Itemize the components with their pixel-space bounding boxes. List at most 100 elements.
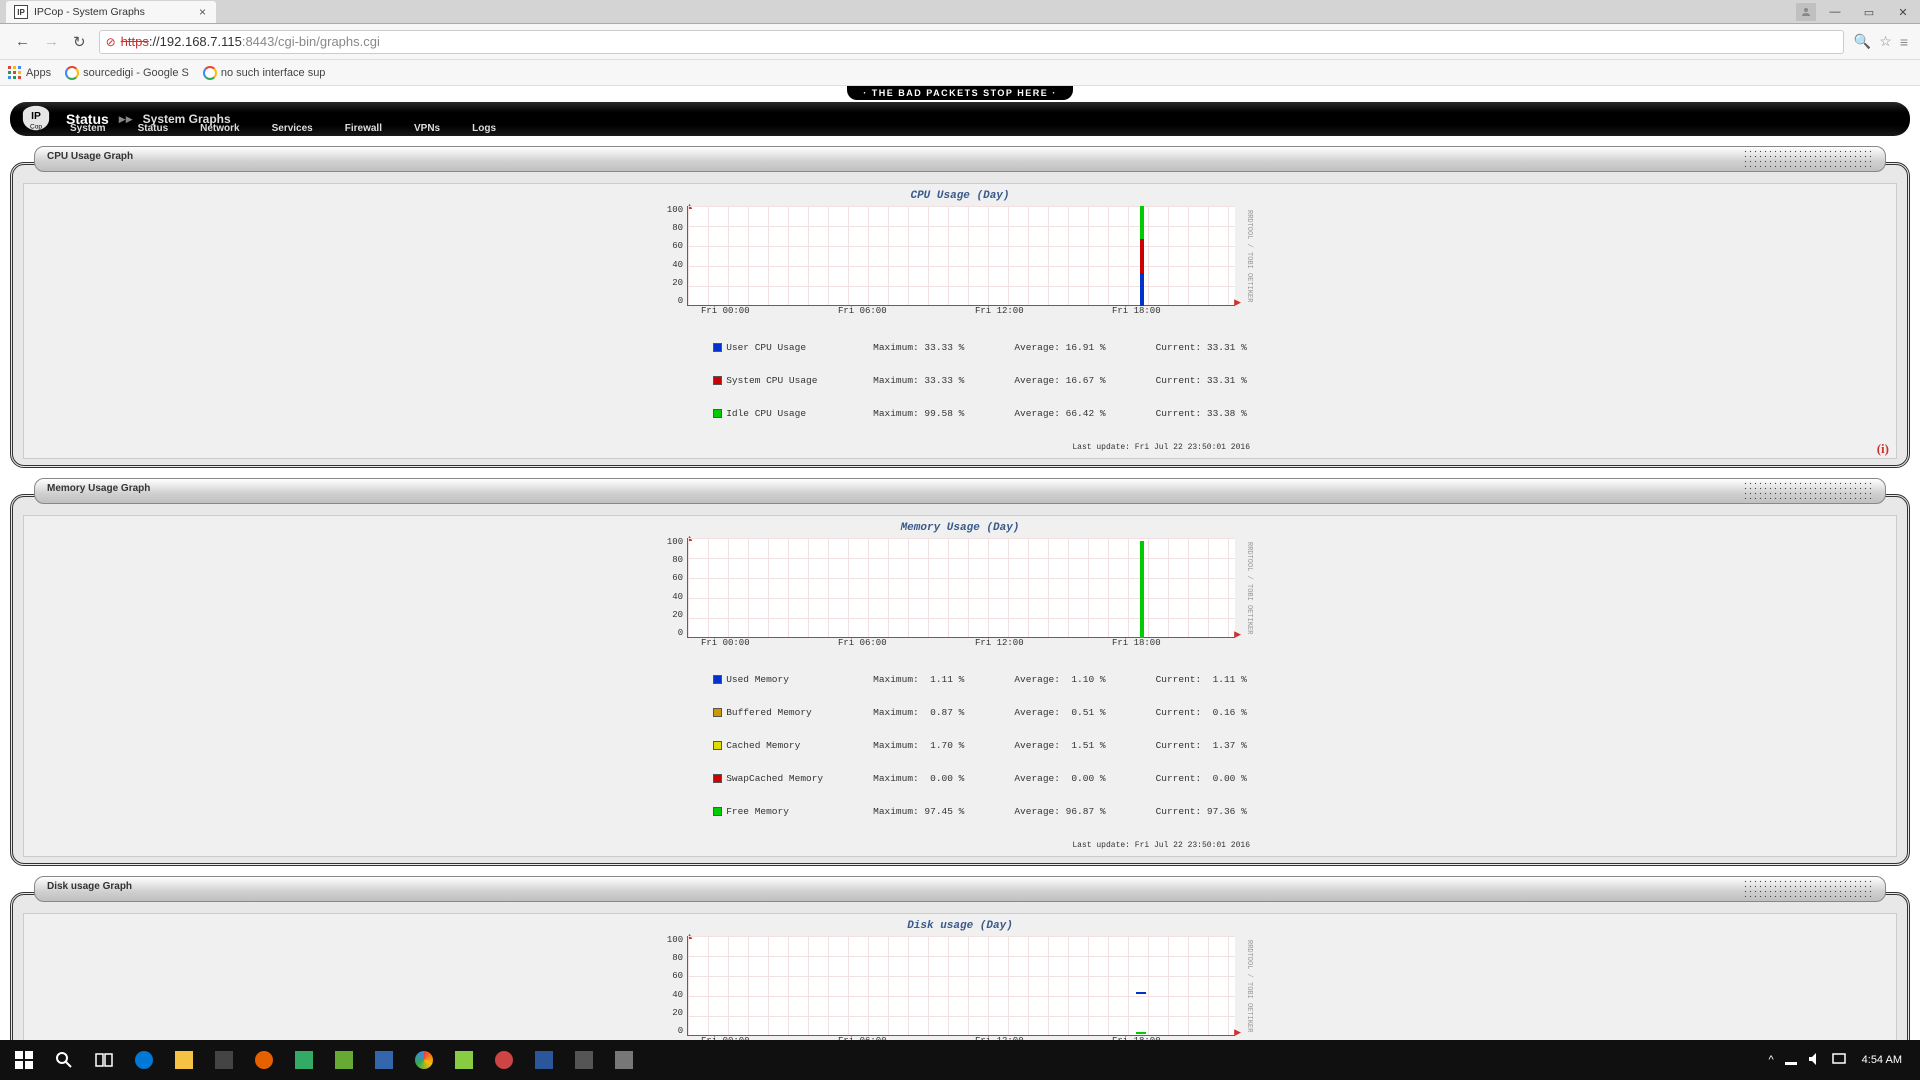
- taskbar-app-icon[interactable]: [564, 1040, 604, 1080]
- taskbar-app-icon[interactable]: [324, 1040, 364, 1080]
- panel-cpu: CPU Usage Graph CPU Usage (Day) 10080604…: [10, 146, 1910, 468]
- bookmark-label: Apps: [26, 67, 51, 79]
- chrome-profile-icon[interactable]: [1796, 3, 1816, 21]
- bookmark-item[interactable]: sourcedigi - Google S: [65, 66, 189, 80]
- taskbar-clock[interactable]: 4:54 AM: [1856, 1054, 1908, 1066]
- url-bar[interactable]: ⊘ https ://192.168.7.115 :8443/cgi-bin/g…: [99, 30, 1844, 54]
- rrdtool-label: RRDTOOL / TOBI OETIKER: [1245, 936, 1253, 1036]
- disk-chart[interactable]: 100806040200 ▲ ▶ RRDTOOL / TOBI OETIKER: [667, 936, 1253, 1036]
- legend-swatch-icon: [713, 409, 722, 418]
- tab-title: IPCop - System Graphs: [34, 6, 197, 18]
- svg-text:IP: IP: [31, 111, 41, 122]
- legend-swatch-icon: [713, 343, 722, 352]
- legend-swatch-icon: [713, 807, 722, 816]
- url-path: :8443/cgi-bin/graphs.cgi: [242, 34, 380, 49]
- taskbar-app-icon[interactable]: [364, 1040, 404, 1080]
- menu-firewall[interactable]: Firewall: [345, 123, 382, 136]
- https-warning-icon: ⊘: [106, 35, 116, 49]
- memory-plot-area: ▲ ▶: [687, 538, 1235, 638]
- panel-memory: Memory Usage Graph Memory Usage (Day) 10…: [10, 478, 1910, 866]
- browser-tab[interactable]: IP IPCop - System Graphs ×: [6, 1, 216, 23]
- url-host: ://192.168.7.115: [149, 34, 242, 49]
- ipcop-logo-icon: IPCop: [16, 103, 56, 135]
- taskbar-app-firefox[interactable]: [244, 1040, 284, 1080]
- taskbar-app-store[interactable]: [204, 1040, 244, 1080]
- graph-title: Disk usage (Day): [907, 920, 1013, 932]
- menu-network[interactable]: Network: [200, 123, 239, 136]
- memory-legend: Used Memory Maximum: 1.11 %Average: 1.10…: [713, 652, 1247, 839]
- menu-services[interactable]: Services: [272, 123, 313, 136]
- graph-title: Memory Usage (Day): [901, 522, 1020, 534]
- app-header: IPCop Status ▶▶ System Graphs System Sta…: [10, 102, 1910, 136]
- nav-back-button[interactable]: ←: [8, 33, 37, 50]
- window-minimize-button[interactable]: —: [1818, 2, 1852, 22]
- window-close-button[interactable]: ✕: [1886, 2, 1920, 22]
- system-tray: ^ 4:54 AM: [1768, 1052, 1916, 1069]
- taskbar-app-explorer[interactable]: [164, 1040, 204, 1080]
- tab-close-icon[interactable]: ×: [197, 5, 208, 19]
- taskbar-app-icon[interactable]: [604, 1040, 644, 1080]
- memory-chart[interactable]: 100806040200 ▲ ▶ RRDTOOL / TOBI OETIKER: [667, 538, 1253, 638]
- legend-swatch-icon: [713, 376, 722, 385]
- last-update: Last update: Fri Jul 22 23:50:01 2016: [670, 443, 1250, 452]
- menu-status[interactable]: Status: [138, 123, 169, 136]
- page-content: · THE BAD PACKETS STOP HERE · IPCop Stat…: [0, 86, 1920, 1040]
- legend-swatch-icon: [713, 774, 722, 783]
- rrdtool-label: RRDTOOL / TOBI OETIKER: [1245, 538, 1253, 638]
- last-update: Last update: Fri Jul 22 23:50:01 2016: [670, 841, 1250, 850]
- bookmark-apps[interactable]: Apps: [8, 66, 51, 80]
- x-axis-labels: Fri 00:00Fri 06:00Fri 12:00Fri 18:00: [701, 1036, 1249, 1040]
- taskbar-app-icon[interactable]: [444, 1040, 484, 1080]
- cpu-legend: User CPU Usage Maximum: 33.33 %Average: …: [713, 320, 1247, 441]
- panel-title-bar: CPU Usage Graph: [34, 146, 1886, 172]
- nav-reload-button[interactable]: ↻: [66, 33, 93, 51]
- cpu-chart[interactable]: 100806040200 ▲ ▶ RRDTOOL / TOBI OETIKER: [667, 206, 1253, 306]
- browser-nav-bar: ← → ↻ ⊘ https ://192.168.7.115 :8443/cgi…: [0, 24, 1920, 60]
- panel-dots-decoration-icon: [1743, 481, 1873, 499]
- taskbar-app-chrome[interactable]: [404, 1040, 444, 1080]
- panel-title: CPU Usage Graph: [47, 151, 133, 162]
- graph-title: CPU Usage (Day): [910, 190, 1009, 202]
- taskbar-app-edge[interactable]: [124, 1040, 164, 1080]
- start-button[interactable]: [4, 1040, 44, 1080]
- tray-chevron-icon[interactable]: ^: [1768, 1054, 1773, 1066]
- tray-volume-icon[interactable]: [1808, 1052, 1822, 1069]
- taskbar-app-icon[interactable]: [484, 1040, 524, 1080]
- task-view-button[interactable]: [84, 1040, 124, 1080]
- menu-system[interactable]: System: [70, 123, 106, 136]
- tray-notifications-icon[interactable]: [1832, 1052, 1846, 1069]
- menu-vpns[interactable]: VPNs: [414, 123, 440, 136]
- info-icon[interactable]: (i): [1877, 441, 1889, 457]
- tray-network-icon[interactable]: [1784, 1052, 1798, 1069]
- panel-title-bar: Disk usage Graph: [34, 876, 1886, 902]
- bookmark-item[interactable]: no such interface sup: [203, 66, 326, 80]
- x-axis-labels: Fri 00:00Fri 06:00Fri 12:00Fri 18:00: [701, 638, 1249, 648]
- window-maximize-button[interactable]: ▭: [1852, 2, 1886, 22]
- windows-taskbar: ^ 4:54 AM: [0, 1040, 1920, 1080]
- search-button[interactable]: [44, 1040, 84, 1080]
- panel-title: Disk usage Graph: [47, 881, 132, 892]
- bookmarks-bar: Apps sourcedigi - Google S no such inter…: [0, 60, 1920, 86]
- bookmark-label: sourcedigi - Google S: [83, 67, 189, 79]
- y-axis-labels: 100806040200: [667, 936, 687, 1036]
- y-axis-labels: 100806040200: [667, 538, 687, 638]
- taskbar-app-icon[interactable]: [284, 1040, 324, 1080]
- taskbar-app-word[interactable]: [524, 1040, 564, 1080]
- slogan-pill: · THE BAD PACKETS STOP HERE ·: [847, 86, 1073, 100]
- legend-swatch-icon: [713, 675, 722, 684]
- google-icon: [65, 66, 79, 80]
- svg-text:Cop: Cop: [30, 123, 42, 130]
- legend-swatch-icon: [713, 708, 722, 717]
- zoom-icon[interactable]: 🔍: [1850, 33, 1875, 50]
- chrome-menu-icon[interactable]: ≡: [1896, 34, 1912, 50]
- apps-grid-icon: [8, 66, 22, 80]
- menu-logs[interactable]: Logs: [472, 123, 496, 136]
- panel-disk: Disk usage Graph Disk usage (Day) 100806…: [10, 876, 1910, 1040]
- nav-forward-button[interactable]: →: [37, 33, 66, 50]
- x-axis-labels: Fri 00:00Fri 06:00Fri 12:00Fri 18:00: [701, 306, 1249, 316]
- panel-title: Memory Usage Graph: [47, 483, 150, 494]
- google-icon: [203, 66, 217, 80]
- cpu-plot-area: ▲ ▶: [687, 206, 1235, 306]
- bookmark-star-icon[interactable]: ☆: [1875, 33, 1896, 50]
- browser-tab-strip: IP IPCop - System Graphs × — ▭ ✕: [0, 0, 1920, 24]
